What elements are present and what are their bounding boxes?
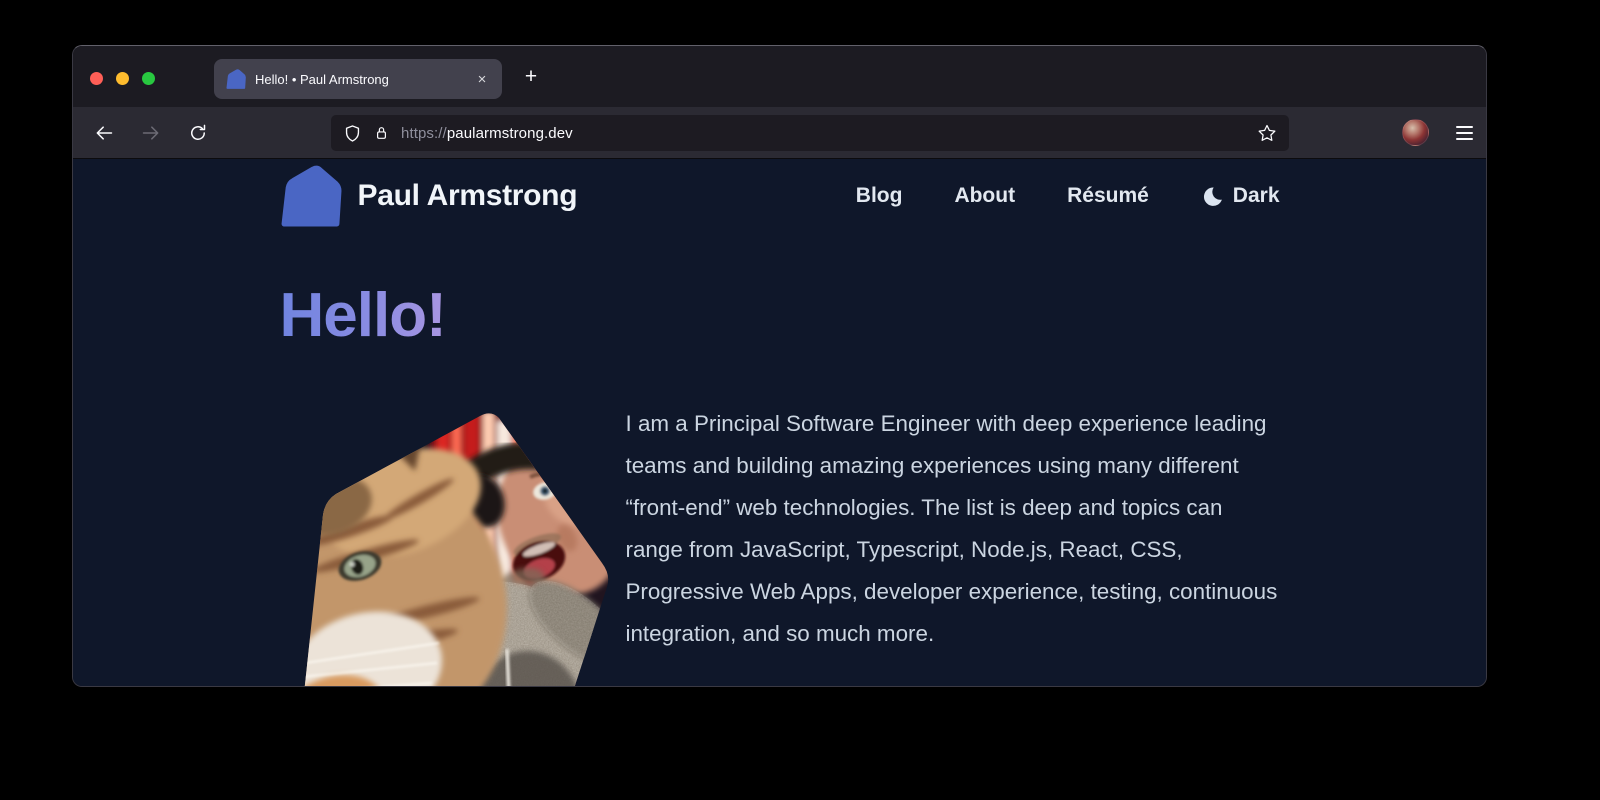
browser-window: Hello! • Paul Armstrong × +	[72, 45, 1487, 687]
back-arrow-icon	[94, 123, 114, 143]
url-host: paularmstrong.dev	[447, 125, 573, 142]
page-viewport: Paul Armstrong Blog About Résumé Dark He…	[73, 159, 1486, 687]
tab-title: Hello! • Paul Armstrong	[255, 72, 470, 87]
theme-toggle-button[interactable]: Dark	[1201, 184, 1280, 208]
forward-button[interactable]	[135, 117, 167, 149]
nav-link-resume[interactable]: Résumé	[1067, 184, 1149, 208]
account-avatar[interactable]	[1402, 119, 1429, 146]
home-logo-link[interactable]: Paul Armstrong	[280, 165, 578, 227]
site-header: Paul Armstrong Blog About Résumé Dark	[280, 165, 1280, 227]
page-title: Hello!	[280, 285, 446, 347]
portrait-house-illustration	[287, 411, 613, 687]
site-title: Paul Armstrong	[358, 179, 578, 213]
lock-icon[interactable]	[373, 123, 390, 143]
intro-section: I am a Principal Software Engineer with …	[280, 403, 1280, 687]
url-bar[interactable]: https://paularmstrong.dev	[331, 115, 1289, 151]
house-logo-icon	[280, 165, 342, 227]
close-window-button[interactable]	[90, 72, 103, 85]
tracking-protection-shield-icon[interactable]	[343, 123, 362, 144]
browser-tab[interactable]: Hello! • Paul Armstrong ×	[214, 59, 502, 99]
url-scheme: https://	[401, 125, 447, 142]
reload-button[interactable]	[182, 117, 214, 149]
site-favicon-house-icon	[226, 69, 246, 89]
zoom-window-button[interactable]	[142, 72, 155, 85]
back-button[interactable]	[88, 117, 120, 149]
url-text: https://paularmstrong.dev	[401, 125, 573, 142]
menu-hamburger-icon[interactable]	[1456, 126, 1473, 140]
tab-strip: Hello! • Paul Armstrong × +	[73, 46, 1486, 107]
forward-arrow-icon	[141, 123, 161, 143]
navigation-toolbar: https://paularmstrong.dev	[73, 107, 1486, 159]
theme-toggle-label: Dark	[1233, 184, 1280, 208]
site-nav: Blog About Résumé Dark	[856, 184, 1280, 208]
moon-icon	[1201, 185, 1224, 208]
minimize-window-button[interactable]	[116, 72, 129, 85]
portrait-image	[280, 403, 613, 687]
new-tab-button[interactable]: +	[517, 63, 545, 91]
intro-paragraph: I am a Principal Software Engineer with …	[626, 403, 1280, 687]
bookmark-star-icon[interactable]	[1257, 123, 1277, 143]
tab-close-icon[interactable]: ×	[470, 67, 494, 91]
nav-link-about[interactable]: About	[954, 184, 1015, 208]
reload-icon	[188, 123, 208, 143]
nav-link-blog[interactable]: Blog	[856, 184, 903, 208]
window-controls	[90, 72, 155, 85]
